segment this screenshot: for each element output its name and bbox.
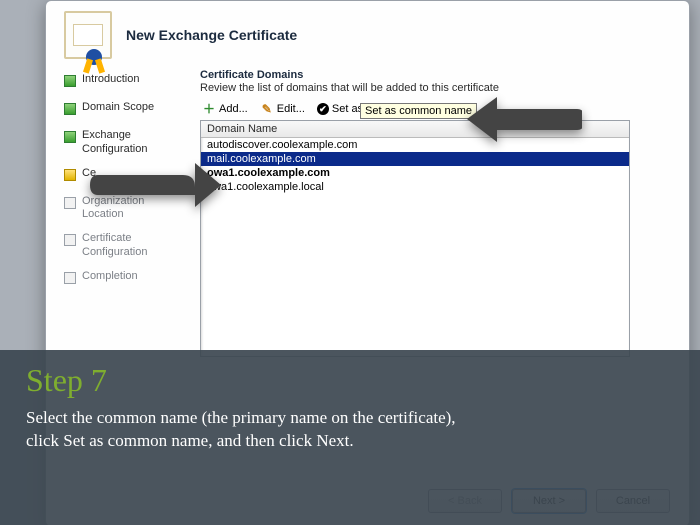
panel-subtitle: Review the list of domains that will be … xyxy=(200,82,677,94)
step-exchange-configuration: Exchange Configuration xyxy=(64,129,194,157)
wizard-header: New Exchange Certificate xyxy=(46,1,689,69)
step-indicator-icon xyxy=(64,103,76,115)
step-indicator-icon xyxy=(64,75,76,87)
step-completion: Completion xyxy=(64,270,194,288)
step-indicator-icon xyxy=(64,234,76,246)
annotation-arrow-icon xyxy=(90,155,220,215)
step-domain-scope: Domain Scope xyxy=(64,101,194,119)
step-indicator-icon xyxy=(64,197,76,209)
annotation-arrow-icon xyxy=(462,92,582,147)
step-introduction: Introduction xyxy=(64,73,194,91)
wizard-title: New Exchange Certificate xyxy=(126,27,297,43)
certificate-icon xyxy=(64,11,112,59)
edit-label: Edit... xyxy=(277,103,305,115)
panel-title: Certificate Domains xyxy=(200,69,677,81)
domain-row[interactable]: mail.coolexample.com xyxy=(201,152,629,166)
step-certificate-configuration: Certificate Configuration xyxy=(64,232,194,260)
check-icon: ✔ xyxy=(317,103,329,115)
edit-button[interactable]: ✎ Edit... xyxy=(258,102,307,116)
instruction-overlay: Step 7 Select the common name (the prima… xyxy=(0,350,700,525)
add-button[interactable]: ＋ Add... xyxy=(200,102,250,116)
tooltip: Set as common name xyxy=(360,103,477,119)
wizard-content: Certificate Domains Review the list of d… xyxy=(194,69,677,357)
step-indicator-icon xyxy=(64,131,76,143)
domain-row[interactable]: owa1.coolexample.local xyxy=(201,180,629,194)
step-indicator-icon xyxy=(64,272,76,284)
domain-list[interactable]: Domain Name autodiscover.coolexample.com… xyxy=(200,120,630,357)
step-indicator-icon xyxy=(64,169,76,181)
instruction-text: Select the common name (the primary name… xyxy=(26,407,456,453)
plus-icon: ＋ xyxy=(202,102,216,116)
domain-row[interactable]: owa1.coolexample.com xyxy=(201,166,629,180)
step-label: Step 7 xyxy=(26,362,674,399)
add-label: Add... xyxy=(219,103,248,115)
pencil-icon: ✎ xyxy=(260,102,274,116)
